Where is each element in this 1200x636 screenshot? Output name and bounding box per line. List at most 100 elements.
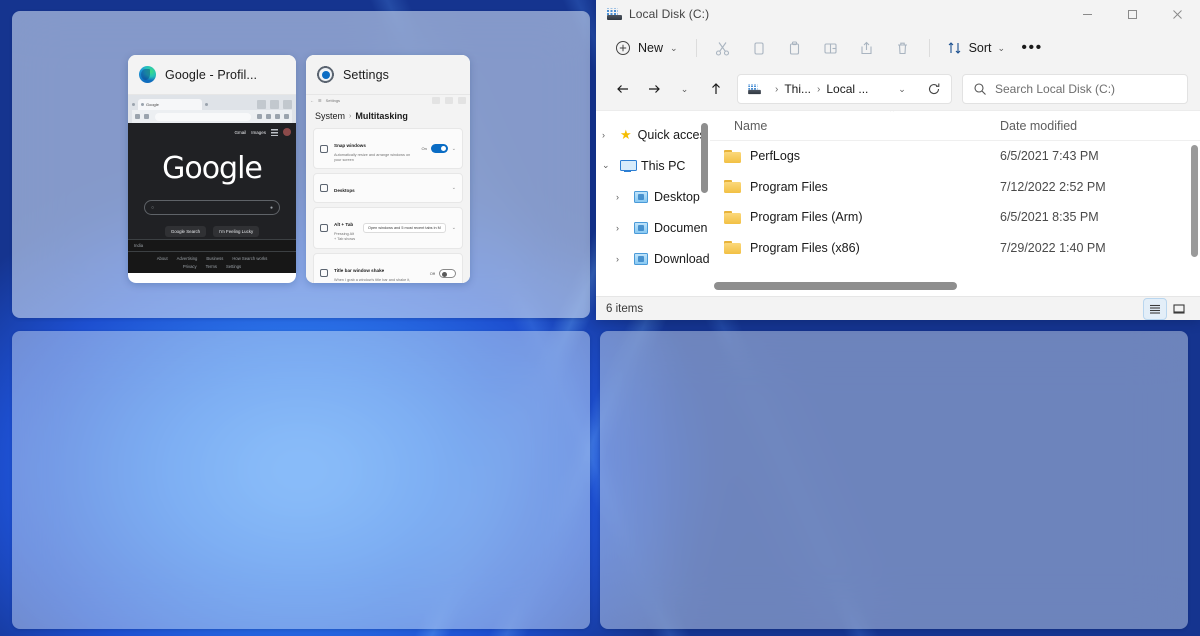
chevron-down-icon: ⌄ (997, 42, 1006, 53)
window-thumbnail-edge[interactable]: Google - Profil... Google Gmail Images G… (128, 55, 296, 283)
share-icon (861, 41, 872, 54)
sidebar-item-this-pc[interactable]: ⌄ This PC (596, 150, 710, 181)
explorer-titlebar[interactable]: Local Disk (C:) (596, 0, 1200, 28)
up-button[interactable] (701, 75, 730, 104)
chevron-right-icon[interactable]: › (602, 130, 614, 140)
explorer-navigation-bar: ⌄ › Thi... › Local ... ⌄ Search Local Di… (596, 68, 1200, 110)
sidebar-item-desktop[interactable]: › Desktop (596, 181, 710, 212)
back-button[interactable] (608, 75, 637, 104)
toggle-label: On (421, 146, 427, 152)
paste-button[interactable] (778, 33, 812, 63)
address-dropdown-button[interactable]: ⌄ (889, 76, 915, 102)
footer-link-how-search-works: How Search works (232, 256, 268, 261)
chevron-right-icon[interactable]: › (616, 223, 628, 233)
sort-button[interactable]: Sort ⌄ (939, 34, 1013, 62)
breadcrumb-this-pc[interactable]: Thi... (784, 82, 811, 96)
column-header-name[interactable]: Name (710, 119, 1000, 133)
settings-card-text: Title bar window shake When I grab a win… (334, 259, 424, 284)
refresh-button[interactable] (921, 76, 947, 102)
minimize-button[interactable] (1065, 0, 1110, 28)
table-row[interactable]: PerfLogs 6/5/2021 7:43 PM (710, 141, 1200, 172)
close-button[interactable] (1155, 0, 1200, 28)
search-box[interactable]: Search Local Disk (C:) (962, 74, 1188, 104)
recent-locations-button[interactable]: ⌄ (670, 75, 699, 104)
settings-titlebar: ← ☰ Settings (306, 95, 470, 106)
file-list: ⌃ Name Date modified PerfLogs 6/5/2021 7… (710, 111, 1200, 296)
cut-button[interactable] (706, 33, 740, 63)
google-region: India (134, 243, 144, 248)
sidebar-item-label: Quick acces (637, 127, 706, 142)
snap-zone-bottom-right[interactable] (600, 331, 1188, 629)
table-row[interactable]: Program Files (x86) 7/29/2022 1:40 PM (710, 233, 1200, 264)
google-homepage: Gmail Images Google ○ ● Google Search I'… (128, 123, 296, 273)
toggle-group: On ⌄ (421, 144, 456, 154)
back-arrow-icon (135, 114, 140, 119)
folder-icon (724, 210, 741, 224)
thumbnail-preview-edge: Google Gmail Images Google ○ ● Google Se… (128, 95, 296, 283)
refresh-icon (928, 83, 940, 95)
sidebar-item-documents[interactable]: › Documen (596, 212, 710, 243)
settings-card-text: Alt + Tab Pressing Alt + Tab shows (334, 213, 357, 242)
sidebar-item-label: Download (654, 251, 710, 266)
window-title: Local Disk (C:) (629, 7, 710, 21)
card-title: Snap windows (334, 143, 366, 148)
sidebar-item-quick-access[interactable]: › ★ Quick acces (596, 119, 710, 150)
sidebar-item-downloads[interactable]: › Download (596, 243, 710, 274)
chevron-right-icon[interactable]: › (616, 254, 628, 264)
table-row[interactable]: Program Files (Arm) 6/5/2021 8:35 PM (710, 202, 1200, 233)
details-view-button[interactable] (1143, 297, 1167, 320)
thumbnail-preview-settings: ← ☰ Settings System › Multitasking Snap … (306, 95, 470, 283)
tiles-view-button[interactable] (1168, 299, 1190, 319)
edge-window-controls (257, 99, 292, 109)
gmail-link: Gmail (234, 129, 247, 135)
footer-link-business: Business (206, 256, 224, 261)
snap-zone-bottom-left[interactable] (12, 331, 590, 629)
sort-icon (948, 42, 960, 54)
minimize-icon (257, 99, 266, 109)
chevron-down-icon: ⌄ (451, 224, 456, 231)
breadcrumb-local-disk[interactable]: Local ... (826, 82, 868, 96)
share-button[interactable] (850, 33, 884, 63)
sort-button-label: Sort (968, 41, 992, 55)
copy-button[interactable] (742, 33, 776, 63)
navigation-pane-scrollbar[interactable] (701, 123, 708, 193)
search-input[interactable]: Search Local Disk (C:) (995, 82, 1115, 96)
window-controls (1065, 0, 1200, 28)
scrollbar-thumb[interactable] (714, 282, 958, 290)
forward-button[interactable] (639, 75, 668, 104)
file-name: Program Files (Arm) (750, 210, 863, 225)
file-name-cell: Program Files (x86) (710, 241, 1000, 255)
images-link: Images (251, 129, 266, 135)
chevron-down-icon[interactable]: ⌄ (602, 160, 614, 171)
maximize-icon (445, 97, 453, 104)
chevron-right-icon[interactable]: › (616, 192, 628, 202)
horizontal-scrollbar[interactable] (710, 279, 1186, 293)
address-bar[interactable]: › Thi... › Local ... ⌄ (737, 74, 952, 104)
more-options-button[interactable]: ••• (1015, 33, 1049, 63)
toggle-label: Off (429, 270, 435, 276)
maximize-icon (1128, 9, 1137, 19)
explorer-content: › ★ Quick acces ⌄ This PC › Desktop › Do… (596, 110, 1200, 296)
maximize-icon (270, 99, 279, 109)
explorer-command-bar: New ⌄ Sort ⌄ ••• (596, 28, 1200, 68)
desktop-wallpaper: Google - Profil... Google Gmail Images G… (0, 0, 1200, 636)
settings-card-text: Snap windows Automatically resize and ar… (334, 134, 415, 163)
maximize-button[interactable] (1110, 0, 1155, 28)
rename-button[interactable] (814, 33, 848, 63)
paste-icon (790, 40, 800, 55)
delete-button[interactable] (886, 33, 920, 63)
close-icon (283, 99, 292, 109)
forward-arrow-icon (648, 85, 660, 93)
vertical-scrollbar[interactable] (1191, 145, 1198, 257)
window-thumbnail-settings[interactable]: Settings ← ☰ Settings System › Multitask… (306, 55, 470, 283)
card-title: Desktops (334, 188, 355, 194)
settings-card-alt-tab: Alt + Tab Pressing Alt + Tab shows Open … (313, 207, 463, 249)
column-header-date-modified[interactable]: Date modified (1000, 119, 1200, 133)
table-row[interactable]: Program Files 7/12/2022 2:52 PM (710, 172, 1200, 203)
new-button[interactable]: New ⌄ (608, 34, 687, 62)
edge-tab-label: Google (146, 101, 159, 107)
navigation-pane: › ★ Quick acces ⌄ This PC › Desktop › Do… (596, 111, 710, 296)
breadcrumb-separator: › (349, 112, 352, 120)
toolbar-divider (928, 39, 930, 57)
settings-card-snap-windows: Snap windows Automatically resize and ar… (313, 128, 463, 170)
